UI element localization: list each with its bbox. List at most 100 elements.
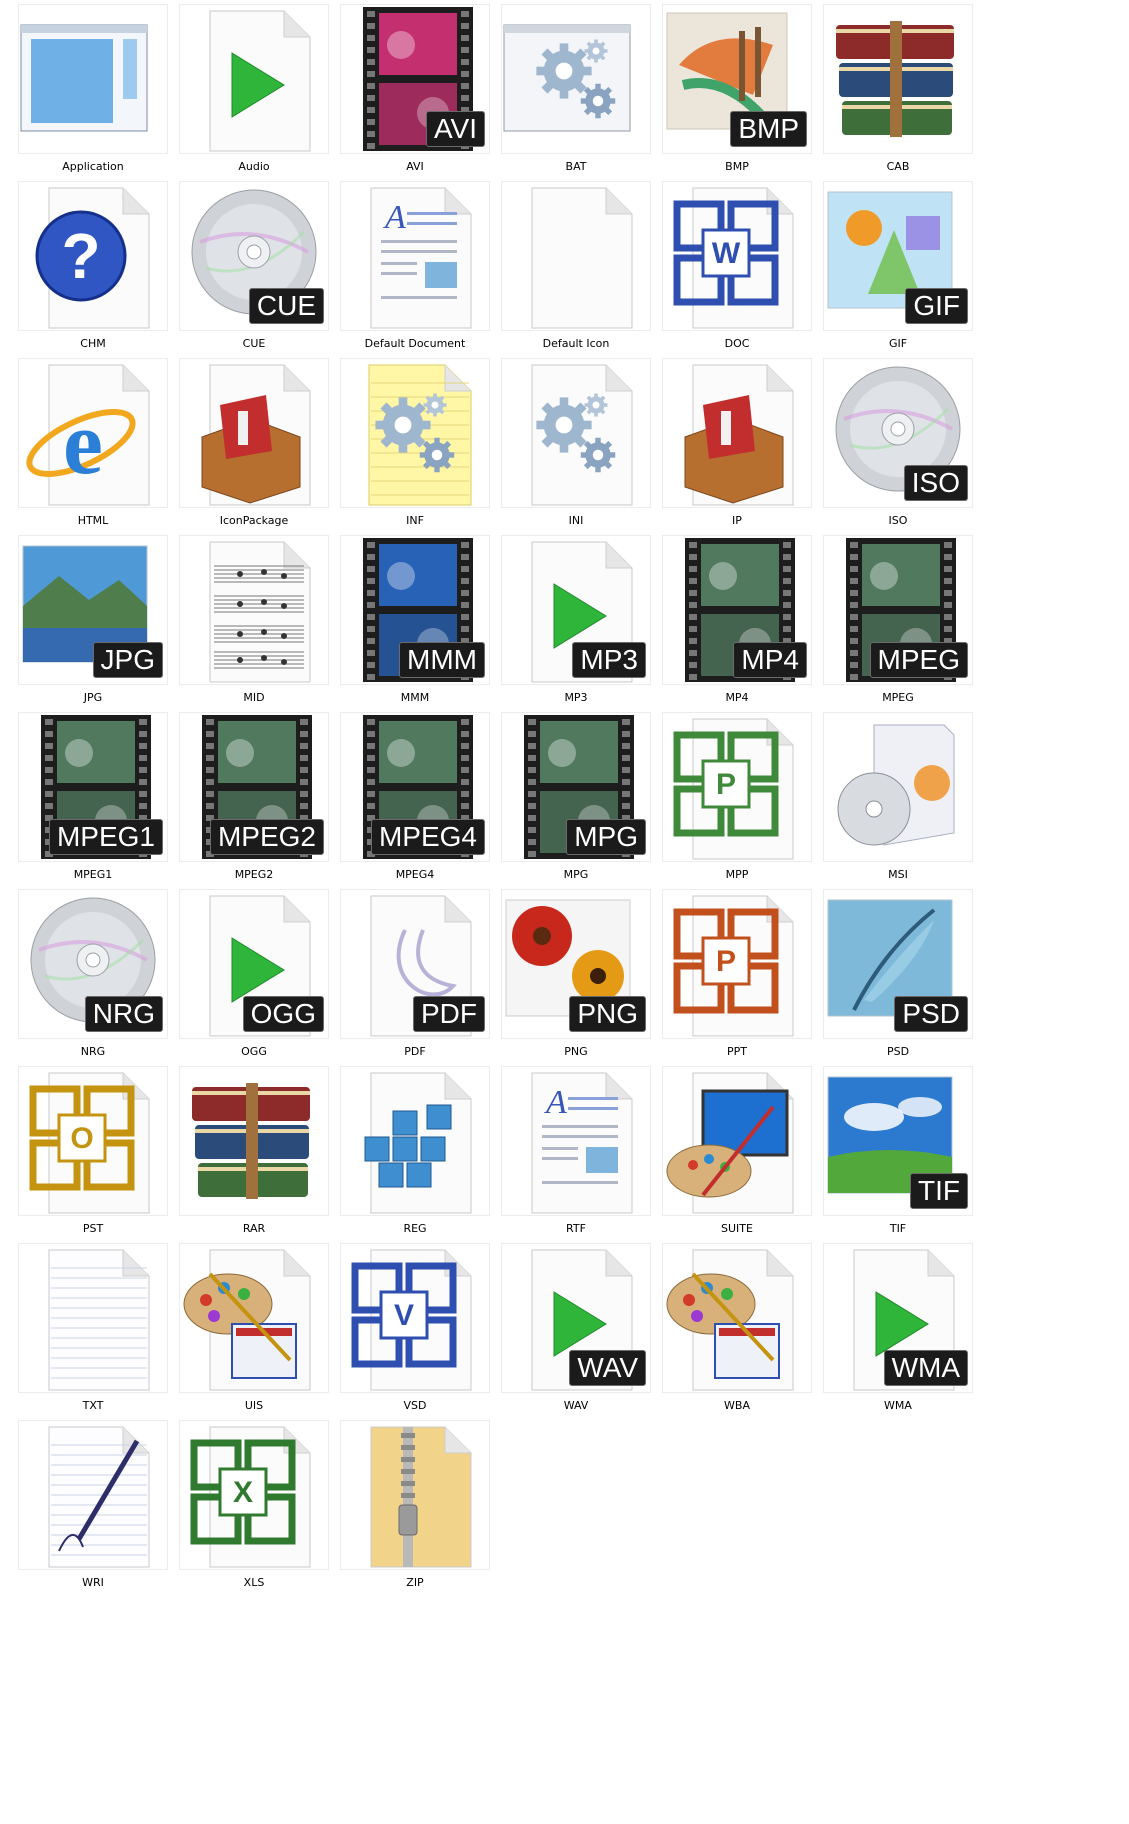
icon-label: XLS [243,1576,265,1589]
icon-thumbnail [662,1243,812,1393]
palette-icon [666,1249,794,1391]
notegear-icon [368,364,472,506]
file-icon-default-icon[interactable]: Default Icon [483,177,651,367]
icon-thumbnail: MPEG4 [340,712,490,862]
icon-thumbnail [823,4,973,154]
extension-badge: MPEG4 [370,819,485,855]
file-icon-mmm[interactable]: MMM MMM [322,531,490,721]
file-icon-wba[interactable]: WBA [644,1239,812,1429]
icon-thumbnail: MPG [501,712,651,862]
extension-badge: AVI [425,111,485,147]
svg-text:V: V [394,1299,414,1332]
file-icon-mp3[interactable]: MP3 MP3 [483,531,651,721]
icon-thumbnail [179,358,329,508]
file-icon-application[interactable]: Application [0,0,168,190]
file-icon-mp4[interactable]: MP4 MP4 [644,531,812,721]
file-icon-mpeg4[interactable]: MPEG4 MPEG4 [322,708,490,898]
file-icon-vsd[interactable]: V VSD [322,1239,490,1429]
icon-label: Default Document [364,337,466,350]
icon-thumbnail: PSD [823,889,973,1039]
icon-thumbnail: JPG [18,535,168,685]
icon-label: PNG [564,1045,588,1058]
file-icon-grid: Application Audio AVI AVI BAT BMP BMP CAB ? C… [0,0,1129,1824]
extension-badge: MPG [566,819,646,855]
extension-badge: WMA [883,1350,968,1386]
file-icon-mpeg1[interactable]: MPEG1 MPEG1 [0,708,168,898]
icon-label: SUITE [721,1222,753,1235]
file-icon-uis[interactable]: UIS [161,1239,329,1429]
icon-thumbnail [501,181,651,331]
file-icon-doc[interactable]: W DOC [644,177,812,367]
file-icon-bmp[interactable]: BMP BMP [644,0,812,190]
icon-thumbnail: P [662,889,812,1039]
extension-badge: GIF [905,288,968,324]
file-icon-wma[interactable]: WMA WMA [805,1239,973,1429]
icon-thumbnail: O [18,1066,168,1216]
file-icon-suite[interactable]: SUITE [644,1062,812,1252]
file-icon-pdf[interactable]: PDF PDF [322,885,490,1075]
file-icon-ip[interactable]: IP [644,354,812,544]
file-icon-png[interactable]: PNG PNG [483,885,651,1075]
icon-thumbnail [179,1243,329,1393]
office-icon: W [673,187,794,329]
icon-thumbnail [18,1243,168,1393]
file-icon-audio[interactable]: Audio [161,0,329,190]
file-icon-zip[interactable]: ZIP [322,1416,490,1606]
file-icon-rar[interactable]: RAR [161,1062,329,1252]
icon-label: DOC [724,337,750,350]
file-icon-msi[interactable]: MSI [805,708,973,898]
file-icon-nrg[interactable]: NRG NRG [0,885,168,1075]
icon-label: CAB [886,160,910,173]
file-icon-chm[interactable]: ? CHM [0,177,168,367]
office-icon: V [351,1249,472,1391]
icon-label: Application [62,160,124,173]
icon-label: MSI [888,868,908,881]
file-icon-rtf[interactable]: A RTF [483,1062,651,1252]
file-icon-mpp[interactable]: P MPP [644,708,812,898]
icon-label: PST [82,1222,104,1235]
icon-thumbnail [340,1066,490,1216]
file-icon-wav[interactable]: WAV WAV [483,1239,651,1429]
icon-label: TXT [82,1399,104,1412]
pagegear-icon [531,364,633,506]
file-icon-html[interactable]: e HTML [0,354,168,544]
icon-thumbnail [179,1066,329,1216]
cubes-icon [364,1072,472,1214]
icon-thumbnail: AVI [340,4,490,154]
file-icon-jpg[interactable]: JPG JPG [0,531,168,721]
file-icon-mpg[interactable]: MPG MPG [483,708,651,898]
file-icon-iso[interactable]: ISO ISO [805,354,973,544]
file-icon-inf[interactable]: INF [322,354,490,544]
icon-label: TIF [889,1222,907,1235]
icon-thumbnail: MPEG1 [18,712,168,862]
file-icon-mid[interactable]: MID [161,531,329,721]
office-icon: P [673,718,794,860]
file-icon-ogg[interactable]: OGG OGG [161,885,329,1075]
file-icon-default-document[interactable]: A Default Document [322,177,490,367]
file-icon-ppt[interactable]: P PPT [644,885,812,1075]
icon-label: BMP [725,160,749,173]
file-icon-avi[interactable]: AVI AVI [322,0,490,190]
icon-label: CHM [80,337,106,350]
icon-label: JPG [83,691,103,704]
extension-badge: MPEG [869,642,968,678]
file-icon-tif[interactable]: TIF TIF [805,1062,973,1252]
file-icon-reg[interactable]: REG [322,1062,490,1252]
file-icon-gif[interactable]: GIF GIF [805,177,973,367]
icon-label: MPP [725,868,749,881]
file-icon-mpeg2[interactable]: MPEG2 MPEG2 [161,708,329,898]
file-icon-txt[interactable]: TXT [0,1239,168,1429]
file-icon-cab[interactable]: CAB [805,0,973,190]
file-icon-xls[interactable]: X XLS [161,1416,329,1606]
file-icon-mpeg[interactable]: MPEG MPEG [805,531,973,721]
file-icon-wri[interactable]: WRI [0,1416,168,1606]
file-icon-bat[interactable]: BAT [483,0,651,190]
installer-icon [837,724,955,846]
file-icon-psd[interactable]: PSD PSD [805,885,973,1075]
icon-thumbnail [340,1420,490,1570]
file-icon-cue[interactable]: CUE CUE [161,177,329,367]
file-icon-iconpackage[interactable]: IconPackage [161,354,329,544]
icon-thumbnail: MMM [340,535,490,685]
file-icon-ini[interactable]: INI [483,354,651,544]
file-icon-pst[interactable]: O PST [0,1062,168,1252]
